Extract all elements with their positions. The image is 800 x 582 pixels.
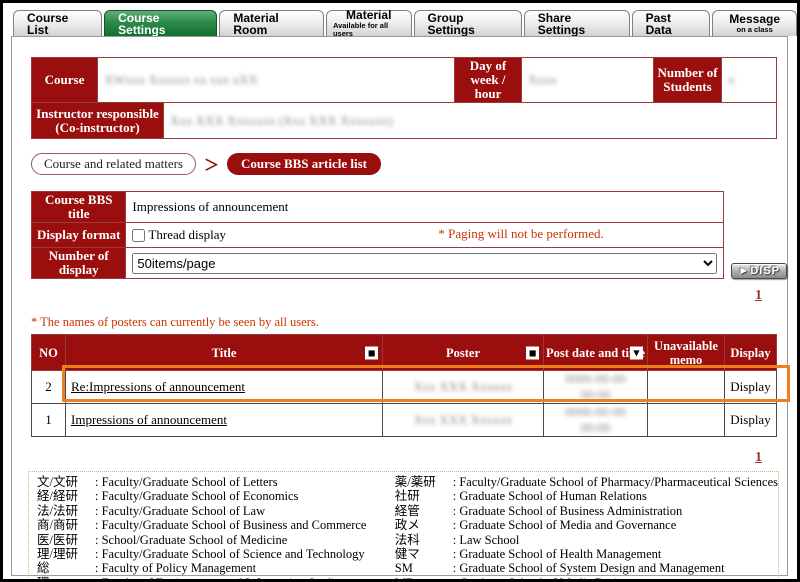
legend-item: 経管: Graduate School of Business Administ… [395,504,778,518]
course-value: XWxxx Xxxxxx xx xxx xXX [98,58,455,103]
disp-button[interactable]: ►DISP [731,263,787,279]
tab-message[interactable]: Message on a class [712,10,797,36]
memo-cell [648,371,725,404]
legend-item: MD: Graduate School of Media Design [395,576,778,582]
row-no: 1 [32,404,66,437]
breadcrumb-parent-button[interactable]: Course and related matters [31,153,196,175]
instructor-label: Instructor responsible (Co-instructor) [32,103,164,139]
col-display: Display [725,335,777,371]
legend-item: 総: Faculty of Policy Management [37,561,395,575]
article-table-wrap: NO Title ■ Poster ■ Post date and time [31,334,791,437]
breadcrumb: Course and related matters ＞ Course BBS … [31,153,787,175]
faculty-legend: 文/文研: Faculty/Graduate School of Letters… [28,471,779,582]
post-date-redacted: 0000-00-00 00:00 [565,404,626,435]
legend-item: 環: Faculty of Environment and Informatio… [37,576,395,582]
col-no: NO [32,335,66,371]
number-of-display-label: Number of display [32,248,126,279]
students-value: x [722,58,777,103]
legend-item: 薬/薬研: Faculty/Graduate School of Pharmac… [395,475,778,489]
items-per-page-select[interactable]: 50items/page [132,253,717,274]
course-label: Course [32,58,98,103]
legend-item: 政メ: Graduate School of Media and Governa… [395,518,778,532]
instructor-value: Xxx XXX Xxxxxxx (Xxx XXX Xxxxxxx) [164,103,777,139]
bbs-settings-table: Course BBS title Impressions of announce… [31,191,724,279]
legend-item: 文/文研: Faculty/Graduate School of Letters [37,475,395,489]
page-link-1-bottom[interactable]: 1 [755,450,776,465]
posters-visibility-note: * The names of posters can currently be … [31,315,787,330]
display-link[interactable]: Display [725,371,777,404]
instructor-value-redacted: Xxx XXX Xxxxxxx (Xxx XXX Xxxxxxx) [170,113,393,128]
legend-item: 法科: Law School [395,533,778,547]
chevron-right-icon: ＞ [204,154,219,175]
students-value-redacted: x [728,72,735,87]
course-info-table: Course XWxxx Xxxxxx xx xxx xXX Day of we… [31,57,777,103]
legend-right-column: 薬/薬研: Faculty/Graduate School of Pharmac… [395,475,778,582]
post-date-redacted: 0000-00-00 00:00 [565,371,626,402]
day-value-redacted: Xxxx [528,72,557,87]
day-of-week-value: Xxxx [522,58,654,103]
table-row: 2 Re:Impressions of announcement Xxx XXX… [32,371,777,404]
page-link-1-top[interactable]: 1 [755,288,776,303]
title-sort-icon[interactable]: ■ [365,346,378,359]
students-label: Number of Students [654,58,722,103]
legend-item: 経/経研: Faculty/Graduate School of Economi… [37,489,395,503]
main-panel: Course XWxxx Xxxxxx xx xxx xXX Day of we… [11,36,788,576]
tab-course-list[interactable]: Course List [13,10,102,36]
display-format-label: Display format [32,223,126,248]
col-post-date: Post date and time ▼ [544,335,648,371]
play-icon: ► [738,265,750,277]
col-title: Title ■ [66,335,383,371]
poster-redacted: Xxx XXX Xxxxxx [414,412,513,427]
tab-material-room[interactable]: Material Room [219,10,324,36]
legend-item: 法/法研: Faculty/Graduate School of Law [37,504,395,518]
instructor-table: Instructor responsible (Co-instructor) X… [31,102,777,139]
row-no: 2 [32,371,66,404]
day-of-week-label: Day of week / hour [455,58,522,103]
app-window: Course List Course Settings Material Roo… [0,0,800,582]
legend-item: 商/商研: Faculty/Graduate School of Busines… [37,518,395,532]
legend-item: 健マ: Graduate School of Health Management [395,547,778,561]
memo-cell [648,404,725,437]
legend-item: 医/医研: School/Graduate School of Medicine [37,533,395,547]
col-poster: Poster ■ [383,335,544,371]
thread-display-label: Thread display [148,227,226,243]
poster-sort-icon[interactable]: ■ [526,346,539,359]
table-row: 1 Impressions of announcement Xxx XXX Xx… [32,404,777,437]
pagination-top: 1 [31,288,776,304]
article-title-link[interactable]: Impressions of announcement [71,412,227,427]
poster-redacted: Xxx XXX Xxxxxx [414,379,513,394]
col-memo: Unavailable memo [648,335,725,371]
legend-item: 理/理研: Faculty/Graduate School of Science… [37,547,395,561]
legend-left-column: 文/文研: Faculty/Graduate School of Letters… [37,475,395,582]
article-table: NO Title ■ Poster ■ Post date and time [31,334,777,437]
post-date-sort-desc-icon[interactable]: ▼ [630,346,643,359]
bbs-title-value: Impressions of announcement [126,192,724,223]
course-value-redacted: XWxxx Xxxxxx xx xxx xXX [104,72,258,87]
pagination-bottom: 1 [31,450,776,466]
tab-past-data[interactable]: Past Data [632,10,711,36]
bbs-title-label: Course BBS title [32,192,126,223]
article-title-link[interactable]: Re:Impressions of announcement [71,379,245,394]
paging-note: * Paging will not be performed. [438,226,603,242]
display-link[interactable]: Display [725,404,777,437]
tab-group-settings[interactable]: Group Settings [414,10,522,36]
legend-item: SM: Graduate School of System Design and… [395,561,778,575]
tab-share-settings[interactable]: Share Settings [524,10,630,36]
thread-display-checkbox[interactable] [132,229,145,242]
tab-bar: Course List Course Settings Material Roo… [13,10,797,36]
tab-material[interactable]: Material Available for all users [326,10,412,36]
bbs-settings-form: Course BBS title Impressions of announce… [31,191,787,279]
breadcrumb-current: Course BBS article list [227,153,381,175]
tab-course-settings[interactable]: Course Settings [104,10,217,36]
legend-item: 社研: Graduate School of Human Relations [395,489,778,503]
